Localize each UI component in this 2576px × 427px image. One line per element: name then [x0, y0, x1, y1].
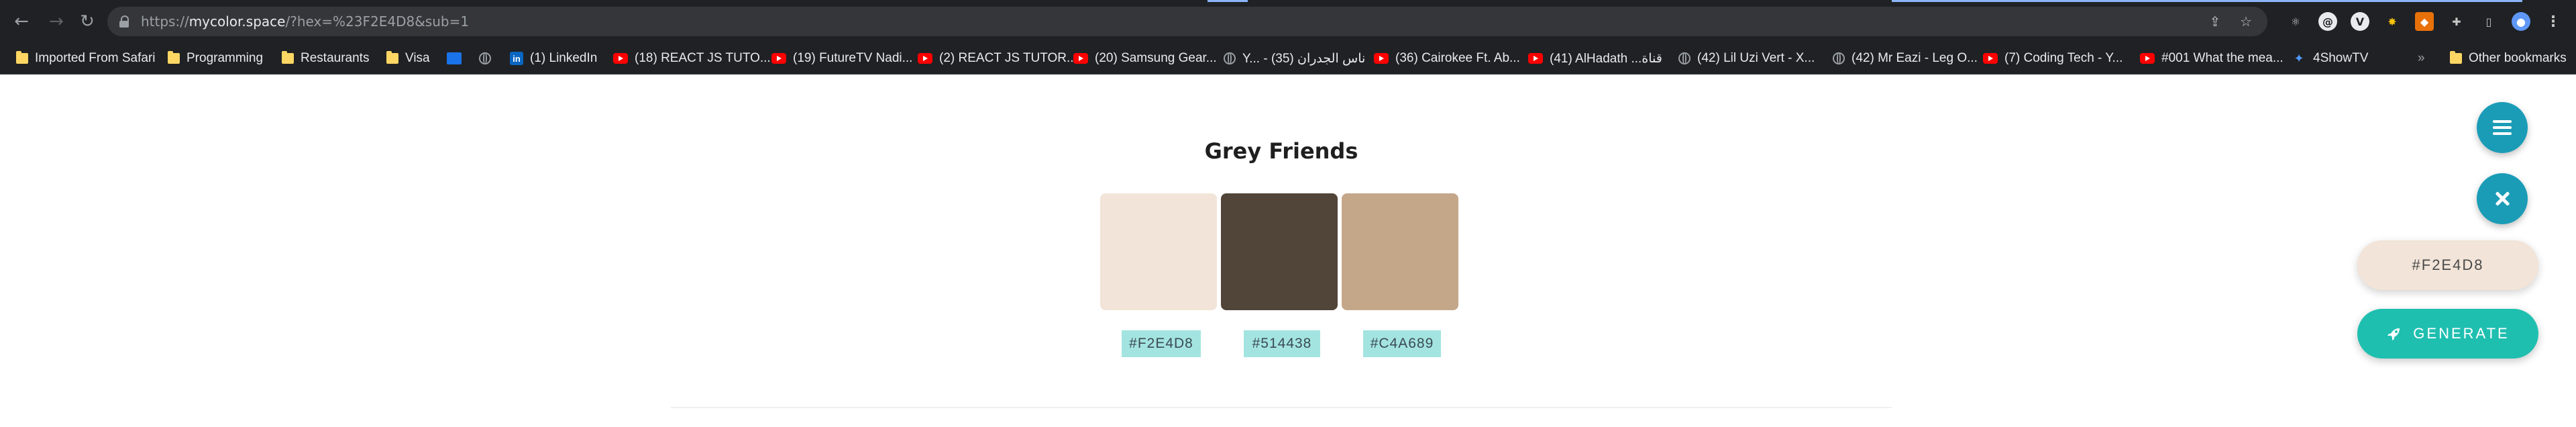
close-icon: [2493, 190, 2511, 207]
globe-icon: [1678, 52, 1690, 64]
side-panel-icon[interactable]: ▯: [2479, 12, 2498, 31]
bookmarks-bar: Imported From Safari Programming Restaur…: [0, 43, 2576, 75]
extension-icon[interactable]: ✸: [2383, 12, 2402, 31]
globe-icon: [1224, 52, 1236, 64]
vue-devtools-icon[interactable]: V: [2351, 12, 2369, 31]
bookmark-item[interactable]: (20) Samsung Gear...: [1073, 48, 1217, 68]
hex-code-label[interactable]: #514438: [1244, 330, 1320, 357]
hex-code-label[interactable]: #C4A689: [1363, 330, 1441, 357]
hex-code-label[interactable]: #F2E4D8: [1122, 330, 1201, 357]
bookmarks-overflow-button[interactable]: »: [2418, 48, 2425, 68]
linkedin-icon: in: [510, 52, 523, 65]
extensions-puzzle-icon[interactable]: ✚: [2447, 12, 2466, 31]
folder-icon: [386, 51, 398, 64]
globe-icon: [1833, 52, 1845, 64]
youtube-icon: [1374, 53, 1389, 64]
4showtv-icon: ✦: [2294, 51, 2304, 65]
youtube-icon: [2140, 53, 2155, 64]
book-icon: [447, 52, 462, 64]
rocket-icon: [2387, 328, 2400, 340]
bookmark-item[interactable]: in (1) LinkedIn: [510, 48, 597, 68]
youtube-icon: [771, 53, 786, 64]
generate-label: GENERATE: [2413, 325, 2510, 342]
extension-icon[interactable]: @: [2318, 12, 2337, 31]
palette-title: Grey Friends: [1204, 138, 1358, 164]
youtube-icon: [613, 53, 628, 64]
browser-toolbar: ← → ↻ https://mycolor.space/?hex=%23F2E4…: [0, 0, 2576, 43]
current-color-input[interactable]: #F2E4D8: [2357, 240, 2538, 290]
metamask-icon[interactable]: ◆: [2415, 12, 2434, 31]
other-bookmarks-folder[interactable]: Other bookmarks: [2450, 48, 2567, 68]
lock-icon: [119, 15, 129, 28]
globe-icon: [479, 52, 491, 64]
color-swatch[interactable]: [1221, 193, 1338, 310]
bookmark-item[interactable]: (41) AlHadath ...قناة: [1528, 48, 1662, 68]
folder-icon: [2450, 51, 2462, 64]
bookmark-item[interactable]: [447, 48, 462, 68]
bookmark-item[interactable]: (36) Cairokee Ft. Ab...: [1374, 48, 1520, 68]
bookmark-item[interactable]: Restaurants: [282, 48, 369, 68]
share-icon[interactable]: ⇪: [2207, 13, 2223, 30]
back-icon[interactable]: ←: [9, 9, 34, 34]
youtube-icon: [1073, 53, 1088, 64]
bookmark-item[interactable]: Visa: [386, 48, 430, 68]
url-text[interactable]: https://mycolor.space/?hex=%23F2E4D8&sub…: [141, 13, 469, 30]
bookmark-item[interactable]: Imported From Safari: [16, 48, 156, 68]
forward-icon[interactable]: →: [44, 9, 68, 34]
folder-icon: [282, 51, 294, 64]
bookmark-item[interactable]: (18) REACT JS TUTO...: [613, 48, 771, 68]
bookmark-item[interactable]: (42) Lil Uzi Vert - X...: [1678, 48, 1815, 68]
hamburger-icon: [2493, 120, 2512, 135]
bookmark-item[interactable]: (19) FutureTV Nadi...: [771, 48, 912, 68]
menu-button[interactable]: [2477, 102, 2528, 153]
bookmark-item[interactable]: Y... - ناس الجدران (35): [1224, 48, 1365, 68]
bookmark-star-icon[interactable]: ☆: [2238, 13, 2254, 30]
profile-avatar[interactable]: ●: [2512, 12, 2530, 31]
folder-icon: [168, 51, 180, 64]
menu-kebab-icon[interactable]: ⋮: [2544, 12, 2563, 31]
tab-strip-accent: [1208, 0, 1248, 2]
folder-icon: [16, 51, 28, 64]
section-divider: [671, 407, 1892, 408]
bookmark-item[interactable]: (2) REACT JS TUTOR...: [918, 48, 1077, 68]
address-bar[interactable]: https://mycolor.space/?hex=%23F2E4D8&sub…: [107, 7, 2267, 36]
bookmark-item[interactable]: Programming: [168, 48, 263, 68]
color-swatch[interactable]: [1100, 193, 1217, 310]
close-button[interactable]: [2477, 173, 2528, 224]
bookmark-item[interactable]: (42) Mr Eazi - Leg O...: [1833, 48, 1978, 68]
bookmark-item[interactable]: ✦ 4ShowTV: [2292, 48, 2368, 68]
bookmark-item[interactable]: #001 What the mea...: [2140, 48, 2284, 68]
react-devtools-icon[interactable]: ⚛: [2286, 12, 2305, 31]
generate-button[interactable]: GENERATE: [2357, 309, 2538, 359]
color-swatch[interactable]: [1342, 193, 1458, 310]
bookmark-item[interactable]: [479, 48, 491, 68]
youtube-icon: [918, 53, 932, 64]
bookmark-item[interactable]: (7) Coding Tech - Y...: [1983, 48, 2123, 68]
reload-icon[interactable]: ↻: [75, 9, 99, 34]
tab-strip-accent: [1892, 0, 2522, 2]
youtube-icon: [1528, 53, 1543, 64]
youtube-icon: [1983, 53, 1998, 64]
